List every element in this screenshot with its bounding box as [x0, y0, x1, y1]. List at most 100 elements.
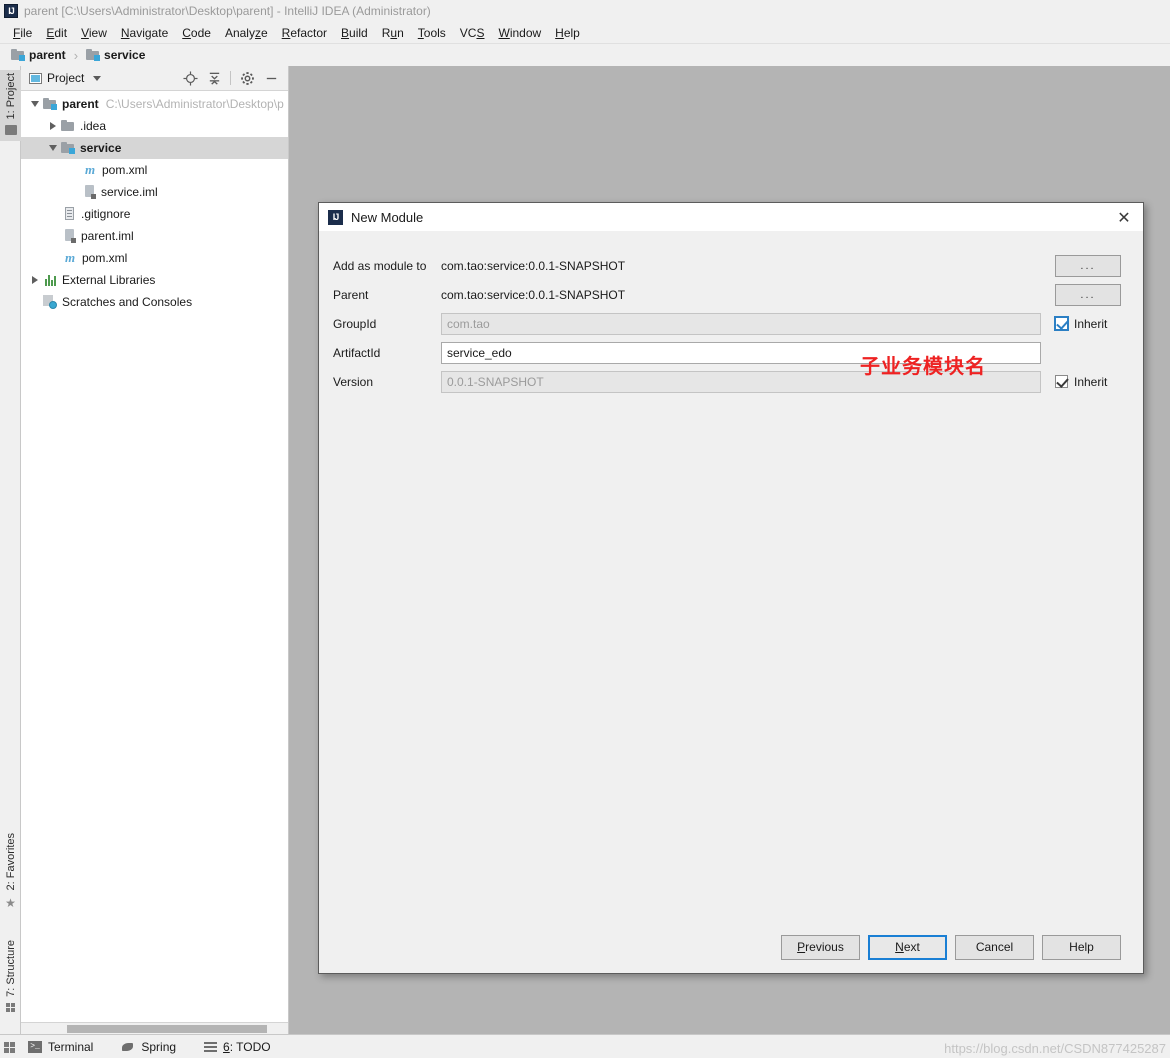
field-label-groupid: GroupId: [333, 316, 377, 331]
tree-row-service-pom[interactable]: m pom.xml: [21, 159, 288, 181]
window-title: parent [C:\Users\Administrator\Desktop\p…: [24, 4, 431, 18]
dialog-body: Add as module to com.tao:service:0.0.1-S…: [319, 231, 1143, 921]
groupid-inherit-label: Inherit: [1074, 316, 1108, 331]
statusbar-item-todo[interactable]: 6: TODO: [201, 1038, 274, 1056]
tree-row-parent-pom-label: pom.xml: [82, 251, 128, 265]
sidebar-tab-structure-label: 7: Structure: [4, 940, 17, 997]
star-icon: ★: [5, 896, 16, 910]
locate-icon[interactable]: [179, 68, 201, 88]
gear-icon[interactable]: [236, 68, 258, 88]
dialog-titlebar: IJ New Module ✕: [319, 203, 1143, 231]
artifactid-input-value: service_edo: [447, 345, 512, 360]
chevron-down-icon[interactable]: [45, 145, 61, 151]
chevron-right-icon[interactable]: [27, 276, 43, 284]
statusbar-item-spring[interactable]: Spring: [118, 1038, 179, 1056]
tree-row-parent-pom[interactable]: m pom.xml: [21, 247, 288, 269]
tree-row-service-iml[interactable]: service.iml: [21, 181, 288, 203]
minimize-icon[interactable]: [260, 68, 282, 88]
project-panel-horizontal-scrollbar[interactable]: [21, 1022, 288, 1034]
sidebar-tab-structure[interactable]: 7: Structure: [0, 937, 21, 1016]
menu-item-refactor[interactable]: Refactor: [275, 24, 334, 42]
statusbar-item-terminal[interactable]: >_ Terminal: [25, 1038, 96, 1056]
tree-row-scratches[interactable]: Scratches and Consoles: [21, 291, 288, 313]
tree-row-idea-label: .idea: [80, 119, 107, 133]
project-panel-toolbar: [179, 68, 282, 88]
tree-row-external-libraries-label: External Libraries: [62, 273, 156, 287]
cancel-button[interactable]: Cancel: [955, 934, 1034, 960]
collapse-all-icon[interactable]: [203, 68, 225, 88]
sidebar-tab-favorites[interactable]: 2: Favorites ★: [0, 830, 21, 914]
breadcrumb-item-service[interactable]: service: [83, 47, 148, 63]
menu-item-navigate[interactable]: Navigate: [114, 24, 175, 42]
browse-button-parent[interactable]: ...: [1055, 283, 1121, 306]
new-module-dialog: IJ New Module ✕ Add as module to com.tao…: [318, 202, 1144, 974]
project-tree[interactable]: parent C:\Users\Administrator\Desktop\pa…: [21, 91, 288, 1022]
tree-row-service-iml-label: service.iml: [101, 185, 158, 199]
window-titlebar: IJ parent [C:\Users\Administrator\Deskto…: [0, 0, 1170, 22]
tree-row-gitignore[interactable]: .gitignore: [21, 203, 288, 225]
version-input[interactable]: 0.0.1-SNAPSHOT: [441, 370, 1041, 393]
field-label-version: Version: [333, 374, 374, 389]
dialog-footer: Previous Next Cancel Help: [319, 921, 1143, 973]
groupid-input[interactable]: com.tao: [441, 312, 1041, 335]
structure-icon: [6, 1003, 15, 1012]
menu-item-vcs[interactable]: VCS: [453, 24, 492, 42]
help-button[interactable]: Help: [1042, 934, 1121, 960]
groupid-input-value: com.tao: [447, 316, 490, 331]
field-label-parent: Parent: [333, 287, 369, 302]
project-window-icon: [29, 72, 42, 84]
module-folder-icon: [43, 98, 57, 110]
menu-item-tools[interactable]: Tools: [411, 24, 453, 42]
menu-item-analyze[interactable]: Analyze: [218, 24, 275, 42]
menu-item-file[interactable]: File: [6, 24, 39, 42]
maven-icon: m: [64, 250, 76, 265]
field-label-add-as-module-to: Add as module to: [333, 258, 427, 273]
chevron-down-icon[interactable]: [93, 75, 102, 81]
tree-row-parent-label: parent: [62, 97, 99, 111]
tree-row-idea[interactable]: .idea: [21, 115, 288, 137]
terminal-icon: >_: [28, 1040, 42, 1053]
project-panel-title-group[interactable]: Project: [29, 71, 102, 85]
menu-item-build[interactable]: Build: [334, 24, 375, 42]
groupid-inherit-checkbox[interactable]: Inherit: [1055, 317, 1121, 331]
next-button[interactable]: Next: [868, 934, 947, 960]
folder-icon: [4, 125, 17, 136]
checkbox-icon[interactable]: [1055, 317, 1068, 330]
field-row-add-as-module-to: Add as module to com.tao:service:0.0.1-S…: [333, 251, 1121, 280]
iml-icon: [64, 229, 76, 243]
artifactid-input[interactable]: service_edo: [441, 341, 1041, 364]
tree-row-external-libraries[interactable]: External Libraries: [21, 269, 288, 291]
project-panel-title: Project: [47, 71, 85, 85]
chevron-down-icon[interactable]: [27, 101, 43, 107]
sidebar-tab-project[interactable]: 1: Project: [0, 70, 21, 142]
dialog-title: New Module: [351, 209, 424, 225]
menu-item-window[interactable]: Window: [491, 24, 548, 42]
field-row-artifactid: ArtifactId service_edo: [333, 338, 1121, 367]
folder-icon: [61, 120, 75, 132]
breadcrumb-item-parent[interactable]: parent: [8, 47, 69, 63]
chevron-right-icon[interactable]: [45, 122, 61, 130]
field-row-version: Version 0.0.1-SNAPSHOT Inherit: [333, 367, 1121, 396]
menu-item-edit[interactable]: Edit: [39, 24, 74, 42]
sidebar-tab-favorites-label: 2: Favorites: [4, 832, 17, 890]
module-folder-icon: [61, 142, 75, 154]
menu-item-code[interactable]: Code: [175, 24, 218, 42]
menu-item-file-rest: ile: [20, 25, 33, 40]
menu-item-view[interactable]: View: [74, 24, 114, 42]
close-icon[interactable]: ✕: [1111, 205, 1137, 229]
tree-row-parent[interactable]: parent C:\Users\Administrator\Desktop\pa: [21, 93, 288, 115]
project-panel-header: Project: [21, 66, 288, 91]
intellij-idea-logo-icon: IJ: [4, 4, 18, 18]
previous-button[interactable]: Previous: [781, 934, 860, 960]
checkbox-icon[interactable]: [1055, 375, 1068, 388]
browse-button-add-as-module-to[interactable]: ...: [1055, 254, 1121, 277]
scrollbar-thumb[interactable]: [67, 1025, 267, 1033]
libraries-icon: [43, 274, 57, 286]
statusbar: >_ Terminal Spring 6: TODO https://blog.…: [0, 1034, 1170, 1058]
corner-resize-widget[interactable]: [4, 1042, 16, 1054]
tree-row-parent-iml[interactable]: parent.iml: [21, 225, 288, 247]
version-inherit-checkbox[interactable]: Inherit: [1055, 375, 1121, 389]
tree-row-service[interactable]: service: [21, 137, 288, 159]
menu-item-run[interactable]: Run: [375, 24, 411, 42]
menu-item-help[interactable]: Help: [548, 24, 587, 42]
